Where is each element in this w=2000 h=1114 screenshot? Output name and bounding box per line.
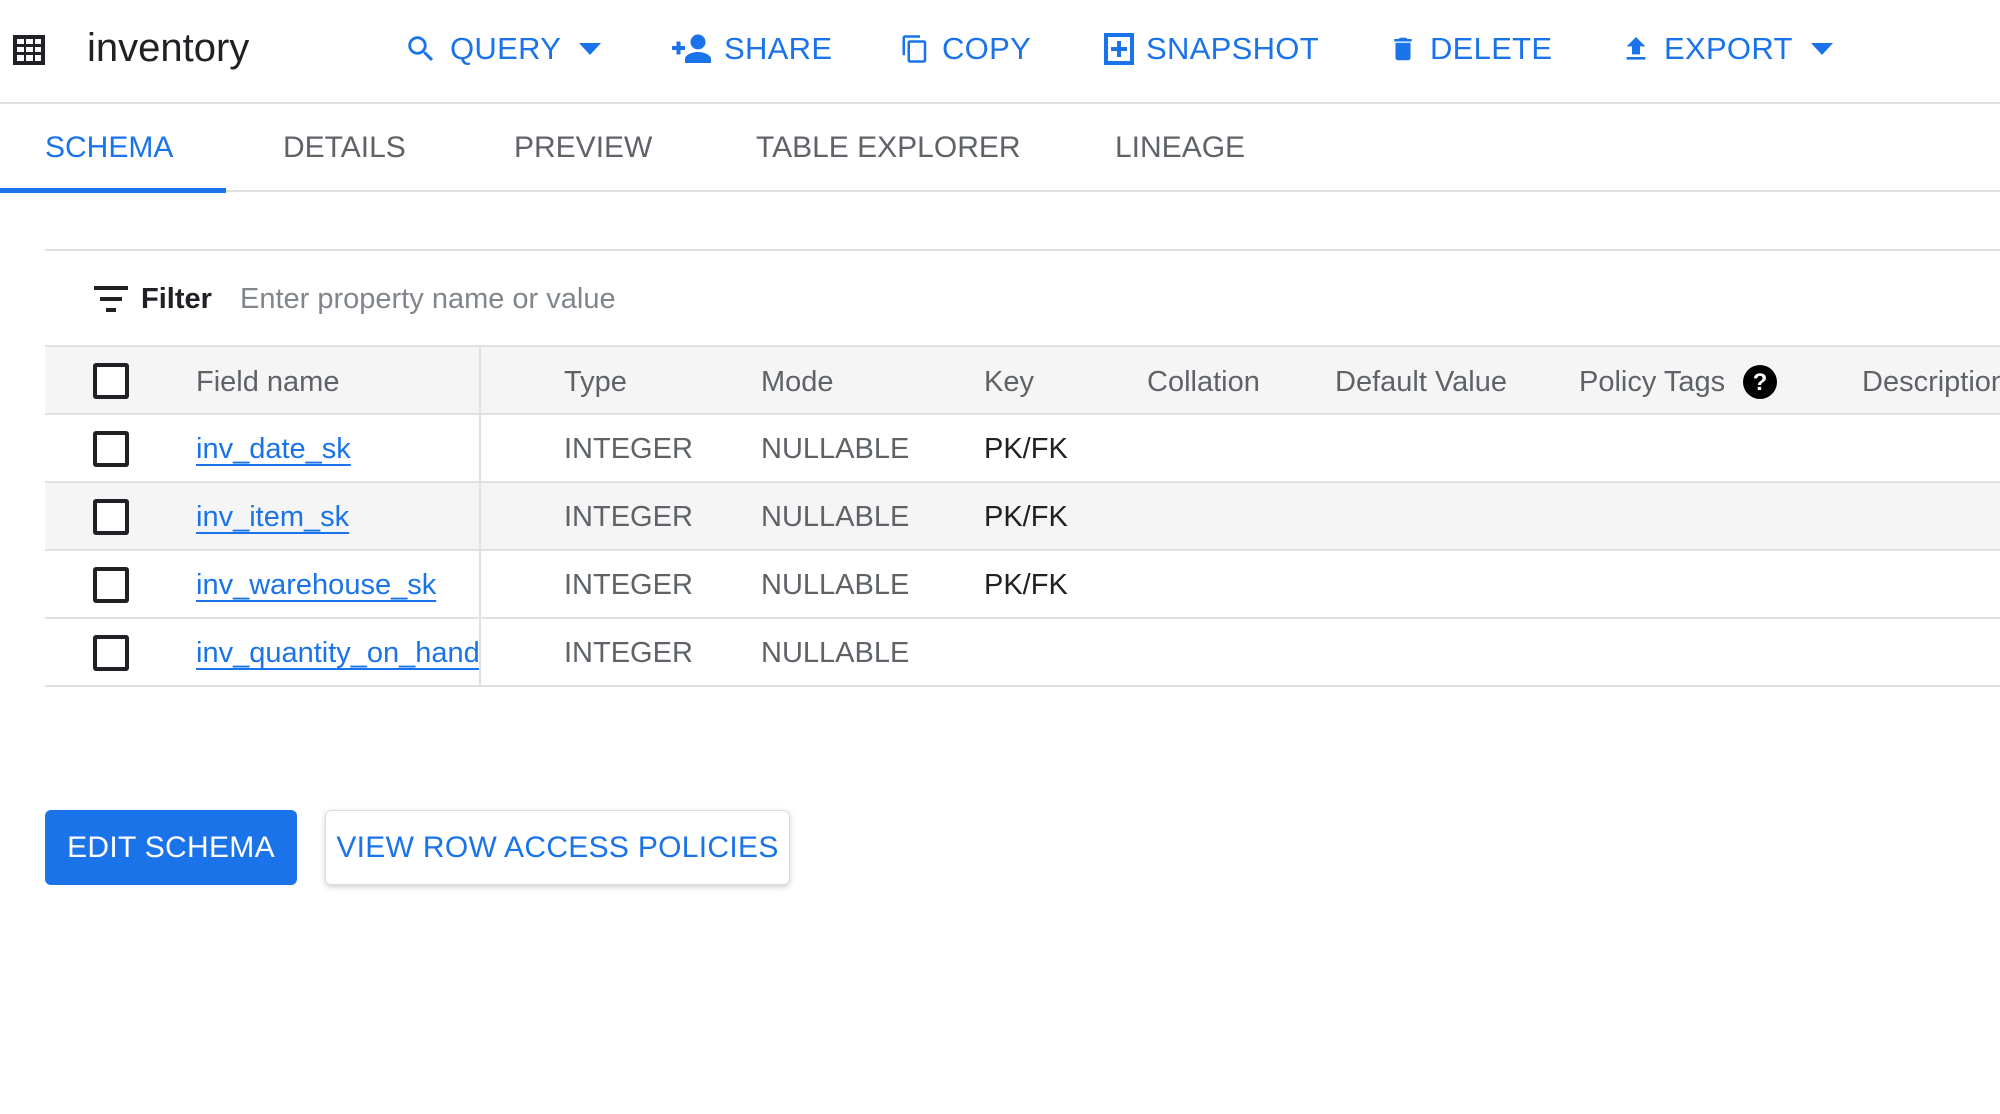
export-label: EXPORT	[1664, 31, 1793, 66]
page-title: inventory	[87, 26, 250, 70]
type-cell: INTEGER	[564, 501, 693, 533]
snapshot-icon	[1104, 33, 1134, 65]
table-row: inv_quantity_on_hand INTEGER NULLABLE	[45, 619, 2000, 687]
active-tab-indicator	[0, 188, 226, 193]
divider	[45, 249, 2000, 251]
share-button[interactable]: SHARE	[672, 24, 832, 74]
delete-button[interactable]: DELETE	[1388, 24, 1552, 74]
table-header-row: Field name Type Mode Key Collation Defau…	[45, 345, 2000, 415]
caret-down-icon	[1810, 43, 1833, 55]
toolbar: inventory QUERY SHARE COPY SNAPSHOT DELE…	[0, 0, 2000, 104]
svg-text:?: ?	[1753, 369, 1768, 396]
table-row: inv_item_sk INTEGER NULLABLE PK/FK	[45, 483, 2000, 551]
tab-lineage[interactable]: LINEAGE	[1115, 104, 1245, 192]
row-checkbox[interactable]	[93, 499, 129, 535]
header-policy-tags: Policy Tags	[1579, 366, 1726, 398]
header-field-name[interactable]: Field name	[196, 347, 339, 417]
snapshot-button[interactable]: SNAPSHOT	[1104, 24, 1319, 74]
field-name-link[interactable]: inv_date_sk	[196, 433, 351, 465]
tab-schema[interactable]: SCHEMA	[45, 104, 173, 192]
type-cell: INTEGER	[564, 433, 693, 465]
header-default-value: Default Value	[1335, 366, 1507, 398]
header-mode: Mode	[761, 366, 834, 398]
query-button[interactable]: QUERY	[404, 24, 602, 74]
header-collation: Collation	[1147, 366, 1260, 398]
select-all-checkbox[interactable]	[93, 363, 129, 399]
add-person-icon	[672, 34, 712, 64]
copy-label: COPY	[942, 31, 1032, 66]
field-name-link[interactable]: inv_item_sk	[196, 501, 349, 533]
filter-label: Filter	[141, 283, 212, 315]
delete-icon	[1388, 32, 1418, 66]
header-type: Type	[564, 366, 627, 398]
field-name-link[interactable]: inv_quantity_on_hand	[196, 637, 480, 669]
field-name-cell: inv_quantity_on_hand	[196, 619, 480, 687]
share-label: SHARE	[724, 31, 833, 66]
row-checkbox[interactable]	[93, 431, 129, 467]
snapshot-label: SNAPSHOT	[1146, 31, 1319, 66]
filter-icon	[94, 286, 128, 312]
search-icon	[404, 32, 438, 66]
copy-icon	[900, 32, 930, 66]
filter-input[interactable]	[240, 276, 1140, 322]
query-label: QUERY	[450, 31, 562, 66]
mode-cell: NULLABLE	[761, 501, 910, 533]
field-name-cell: inv_item_sk	[196, 483, 349, 551]
mode-cell: NULLABLE	[761, 433, 910, 465]
tab-bar: SCHEMA DETAILS PREVIEW TABLE EXPLORER LI…	[0, 104, 2000, 193]
table-icon	[13, 35, 45, 65]
field-name-link[interactable]: inv_warehouse_sk	[196, 569, 436, 601]
caret-down-icon	[579, 43, 602, 55]
row-checkbox[interactable]	[93, 635, 129, 671]
table-row: inv_warehouse_sk INTEGER NULLABLE PK/FK	[45, 551, 2000, 619]
key-cell: PK/FK	[984, 433, 1068, 465]
key-cell: PK/FK	[984, 501, 1068, 533]
field-name-cell: inv_warehouse_sk	[196, 551, 436, 619]
copy-button[interactable]: COPY	[900, 24, 1031, 74]
column-divider	[479, 345, 481, 686]
type-cell: INTEGER	[564, 569, 693, 601]
field-name-cell: inv_date_sk	[196, 415, 351, 483]
type-cell: INTEGER	[564, 637, 693, 669]
edit-schema-button[interactable]: EDIT SCHEMA	[45, 810, 297, 885]
upload-icon	[1620, 33, 1652, 65]
header-description: Description	[1862, 366, 2000, 398]
view-row-access-policies-button[interactable]: VIEW ROW ACCESS POLICIES	[325, 810, 790, 885]
mode-cell: NULLABLE	[761, 569, 910, 601]
help-icon[interactable]: ?	[1742, 364, 1778, 400]
mode-cell: NULLABLE	[761, 637, 910, 669]
row-checkbox[interactable]	[93, 567, 129, 603]
tab-details[interactable]: DETAILS	[283, 104, 406, 192]
delete-label: DELETE	[1430, 31, 1553, 66]
export-button[interactable]: EXPORT	[1620, 24, 1833, 74]
key-cell: PK/FK	[984, 569, 1068, 601]
table-row: inv_date_sk INTEGER NULLABLE PK/FK	[45, 415, 2000, 483]
tab-preview[interactable]: PREVIEW	[514, 104, 652, 192]
schema-table: Field name Type Mode Key Collation Defau…	[45, 345, 2000, 687]
tab-table-explorer[interactable]: TABLE EXPLORER	[756, 104, 1021, 192]
header-key: Key	[984, 366, 1034, 398]
